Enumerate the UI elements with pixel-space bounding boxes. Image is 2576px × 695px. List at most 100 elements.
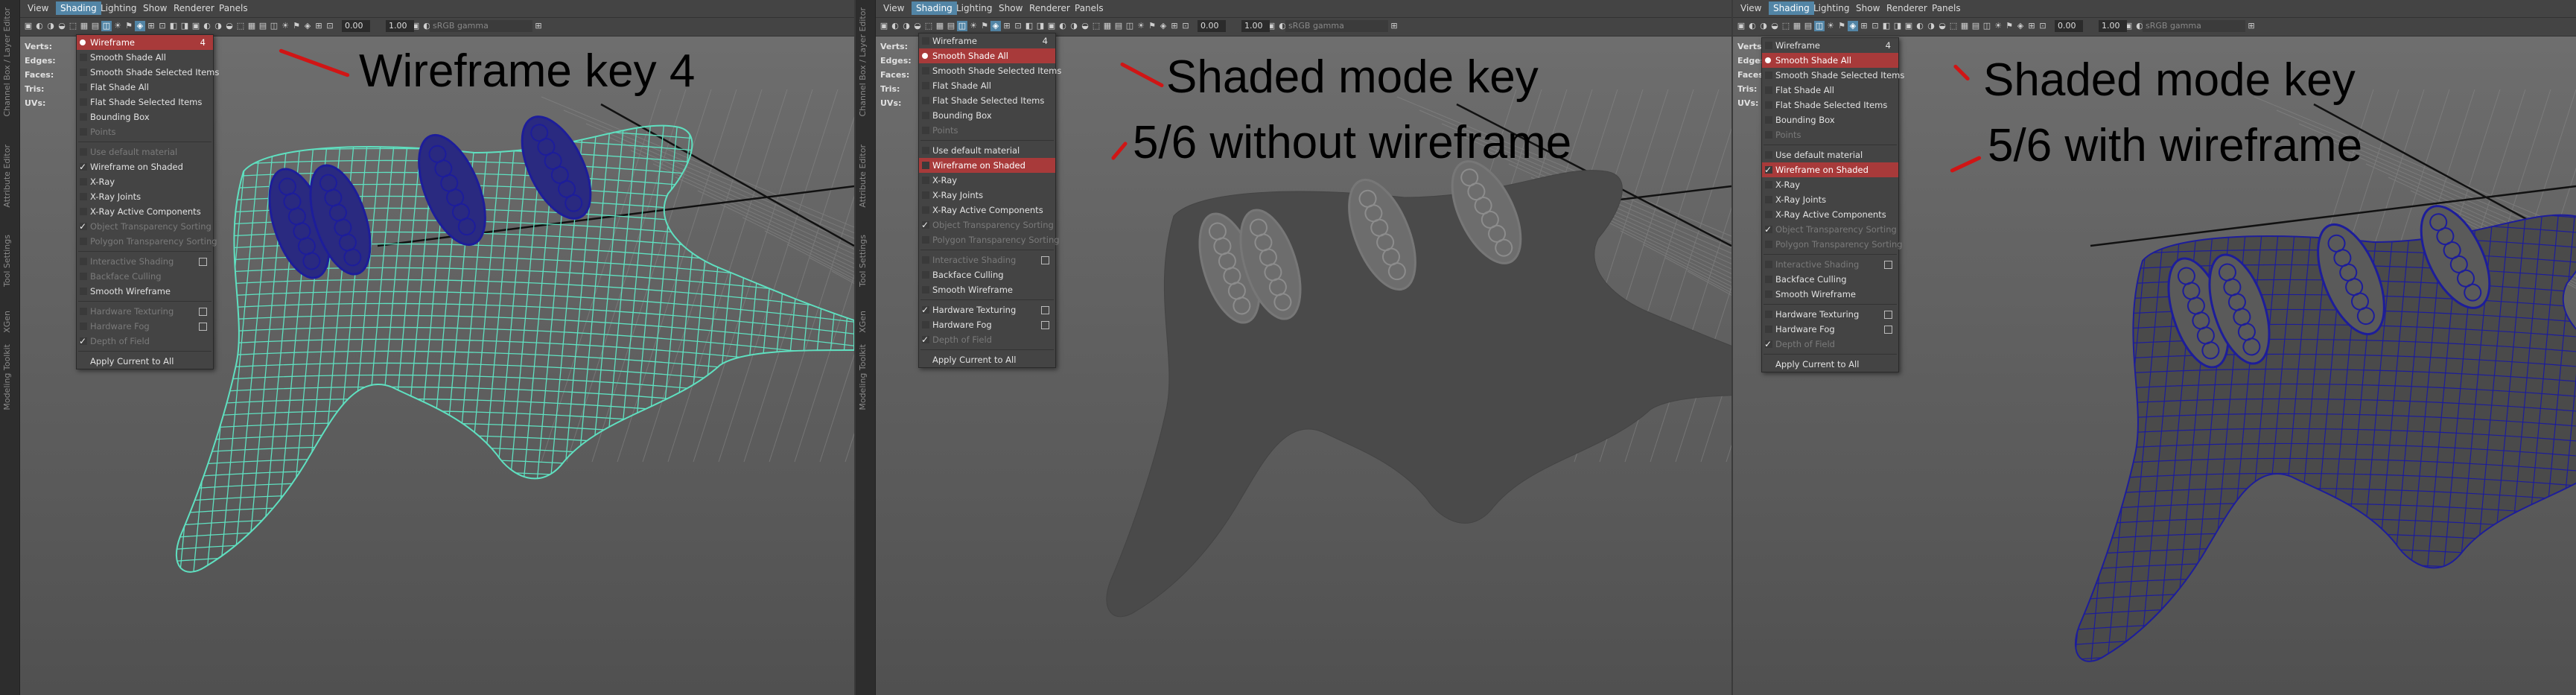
- menu-lighting[interactable]: Lighting: [1809, 1, 1854, 15]
- side-tab[interactable]: Channel Box / Layer Editor: [2, 7, 16, 117]
- toolbar-icon[interactable]: ◑: [45, 21, 56, 31]
- menu-item[interactable]: X-Ray Active Components: [919, 203, 1055, 218]
- toolbar-icon[interactable]: ▤: [1113, 21, 1124, 31]
- menu-panels[interactable]: Panels: [1927, 1, 1965, 15]
- menu-item[interactable]: Polygon Transparency Sorting: [77, 234, 217, 249]
- menu-item[interactable]: Use default material: [919, 143, 1055, 158]
- toolbar-icon[interactable]: ▤: [258, 21, 268, 31]
- menu-item[interactable]: Interactive Shading: [1762, 257, 1898, 272]
- menu-lighting[interactable]: Lighting: [952, 1, 997, 15]
- menu-item[interactable]: X-Ray Joints: [77, 189, 213, 204]
- menu-item[interactable]: Hardware Fog: [919, 317, 1055, 332]
- menu-item[interactable]: Bounding Box: [77, 110, 213, 124]
- menu-item[interactable]: ✓ Wireframe on Shaded: [77, 159, 213, 174]
- option-box-icon[interactable]: [199, 323, 207, 331]
- menu-show[interactable]: Show: [994, 1, 1027, 15]
- toolbar-icon[interactable]: ☀: [1136, 21, 1146, 31]
- toolbar-icon[interactable]: ⊡: [2038, 21, 2048, 31]
- menu-item[interactable]: ✓ Hardware Texturing: [919, 302, 1055, 317]
- toolbar-icon[interactable]: ⬚: [235, 21, 246, 31]
- toolbar-icon[interactable]: ▣: [1736, 21, 1746, 31]
- menu-item[interactable]: ✓ Object Transparency Sorting: [1762, 222, 1898, 237]
- side-tab[interactable]: Modeling Toolkit: [858, 344, 871, 410]
- toolbar-icon[interactable]: ⊞: [533, 21, 544, 31]
- menu-item[interactable]: ✓ Object Transparency Sorting: [77, 219, 213, 234]
- side-tab[interactable]: Attribute Editor: [858, 145, 871, 208]
- toolbar-icon[interactable]: ▤: [1971, 21, 1981, 31]
- toolbar-icon[interactable]: ◈: [135, 21, 145, 31]
- toolbar-icon[interactable]: ◐: [1058, 21, 1068, 31]
- menu-view[interactable]: View: [1736, 1, 1766, 15]
- toolbar-icon[interactable]: ▤: [90, 21, 101, 31]
- exposure-field[interactable]: 0.00: [2055, 20, 2083, 32]
- menu-item[interactable]: Flat Shade Selected Items: [1762, 98, 1898, 112]
- menu-item[interactable]: Hardware Fog: [77, 319, 213, 334]
- menu-item[interactable]: Smooth Shade Selected Items: [77, 65, 219, 80]
- toolbar-icon[interactable]: ◨: [1035, 21, 1046, 31]
- menu-panels[interactable]: Panels: [214, 1, 252, 15]
- toolbar-icon[interactable]: ▣: [879, 21, 889, 31]
- menu-item[interactable]: Polygon Transparency Sorting: [919, 232, 1060, 247]
- option-box-icon[interactable]: [1884, 261, 1892, 269]
- menu-renderer[interactable]: Renderer: [1025, 1, 1075, 15]
- toolbar-icon[interactable]: ⊡: [157, 21, 168, 31]
- option-box-icon[interactable]: [1041, 256, 1049, 264]
- menu-item[interactable]: X-Ray: [77, 174, 213, 189]
- toolbar-icon[interactable]: ◒: [1080, 21, 1090, 31]
- menu-shading[interactable]: Shading: [56, 1, 101, 15]
- guitar-pickguard[interactable]: [2023, 190, 2576, 695]
- menu-item[interactable]: Smooth Shade Selected Items: [919, 63, 1061, 78]
- toolbar-icon[interactable]: ◨: [179, 21, 190, 31]
- toolbar-icon[interactable]: ◐: [890, 21, 900, 31]
- toolbar-icon[interactable]: ⊡: [1870, 21, 1880, 31]
- exposure-field[interactable]: 0.00: [1198, 20, 1226, 32]
- menu-item[interactable]: X-Ray: [1762, 177, 1898, 192]
- menu-item[interactable]: ✓ Wireframe on Shaded: [1762, 162, 1898, 177]
- menu-show[interactable]: Show: [139, 1, 171, 15]
- toolbar-icon[interactable]: ▣: [1904, 21, 1914, 31]
- menu-item[interactable]: Flat Shade Selected Items: [77, 95, 213, 110]
- viewport[interactable]: View Shading Lighting Show Renderer Panels ▣ ◐ ◑…: [876, 0, 1731, 695]
- toolbar-icon[interactable]: ◑: [1758, 21, 1769, 31]
- toolbar-icon[interactable]: ▦: [1959, 21, 1970, 31]
- menu-item[interactable]: Hardware Texturing: [77, 304, 213, 319]
- toolbar-icon[interactable]: ▦: [79, 21, 89, 31]
- menu-item[interactable]: Backface Culling: [77, 269, 213, 284]
- toolbar-icon[interactable]: ◫: [1814, 21, 1825, 31]
- menu-item[interactable]: Points: [919, 123, 1055, 138]
- menu-item[interactable]: Bounding Box: [919, 108, 1055, 123]
- toolbar-icon[interactable]: ⚑: [979, 21, 990, 31]
- menu-item[interactable]: Polygon Transparency Sorting: [1762, 237, 1903, 252]
- menu-item[interactable]: Wireframe 4: [919, 34, 1055, 48]
- menu-item[interactable]: Hardware Texturing: [1762, 307, 1898, 322]
- menu-item[interactable]: X-Ray Active Components: [77, 204, 213, 219]
- toolbar-icon[interactable]: ☀: [1825, 21, 1836, 31]
- menu-item[interactable]: X-Ray Active Components: [1762, 207, 1898, 222]
- toolbar-icon[interactable]: ◈: [990, 21, 1001, 31]
- toolbar-icon[interactable]: ◈: [1158, 21, 1168, 31]
- menu-item[interactable]: ✓ Depth of Field: [919, 332, 1055, 347]
- menu-item[interactable]: Points: [77, 124, 213, 139]
- option-box-icon[interactable]: [1884, 311, 1892, 319]
- gamma-field[interactable]: 1.00: [2099, 20, 2127, 32]
- toolbar-icon[interactable]: ▣: [191, 21, 201, 31]
- menu-item[interactable]: X-Ray Joints: [919, 188, 1055, 203]
- menu-item[interactable]: Smooth Wireframe: [1762, 287, 1898, 302]
- menu-item[interactable]: X-Ray Joints: [1762, 192, 1898, 207]
- toolbar-icon[interactable]: ▦: [247, 21, 257, 31]
- toolbar-icon[interactable]: ◈: [2015, 21, 2026, 31]
- toolbar-icon[interactable]: ⊞: [2026, 21, 2037, 31]
- toolbar-icon[interactable]: ⊞: [1002, 21, 1012, 31]
- option-box-icon[interactable]: [1041, 306, 1049, 314]
- menu-show[interactable]: Show: [1851, 1, 1884, 15]
- toolbar-icon[interactable]: ⬚: [923, 21, 934, 31]
- toolbar-icon[interactable]: ▦: [935, 21, 945, 31]
- toolbar-icon[interactable]: ⊡: [1013, 21, 1023, 31]
- menu-view[interactable]: View: [23, 1, 53, 15]
- toolbar-icon[interactable]: ▤: [946, 21, 956, 31]
- menu-item[interactable]: Smooth Shade All: [77, 50, 213, 65]
- toolbar-icon[interactable]: ☀: [112, 21, 123, 31]
- side-tab[interactable]: XGen: [2, 311, 16, 333]
- option-box-icon[interactable]: [199, 258, 207, 266]
- toolbar-icon[interactable]: ◫: [1125, 21, 1135, 31]
